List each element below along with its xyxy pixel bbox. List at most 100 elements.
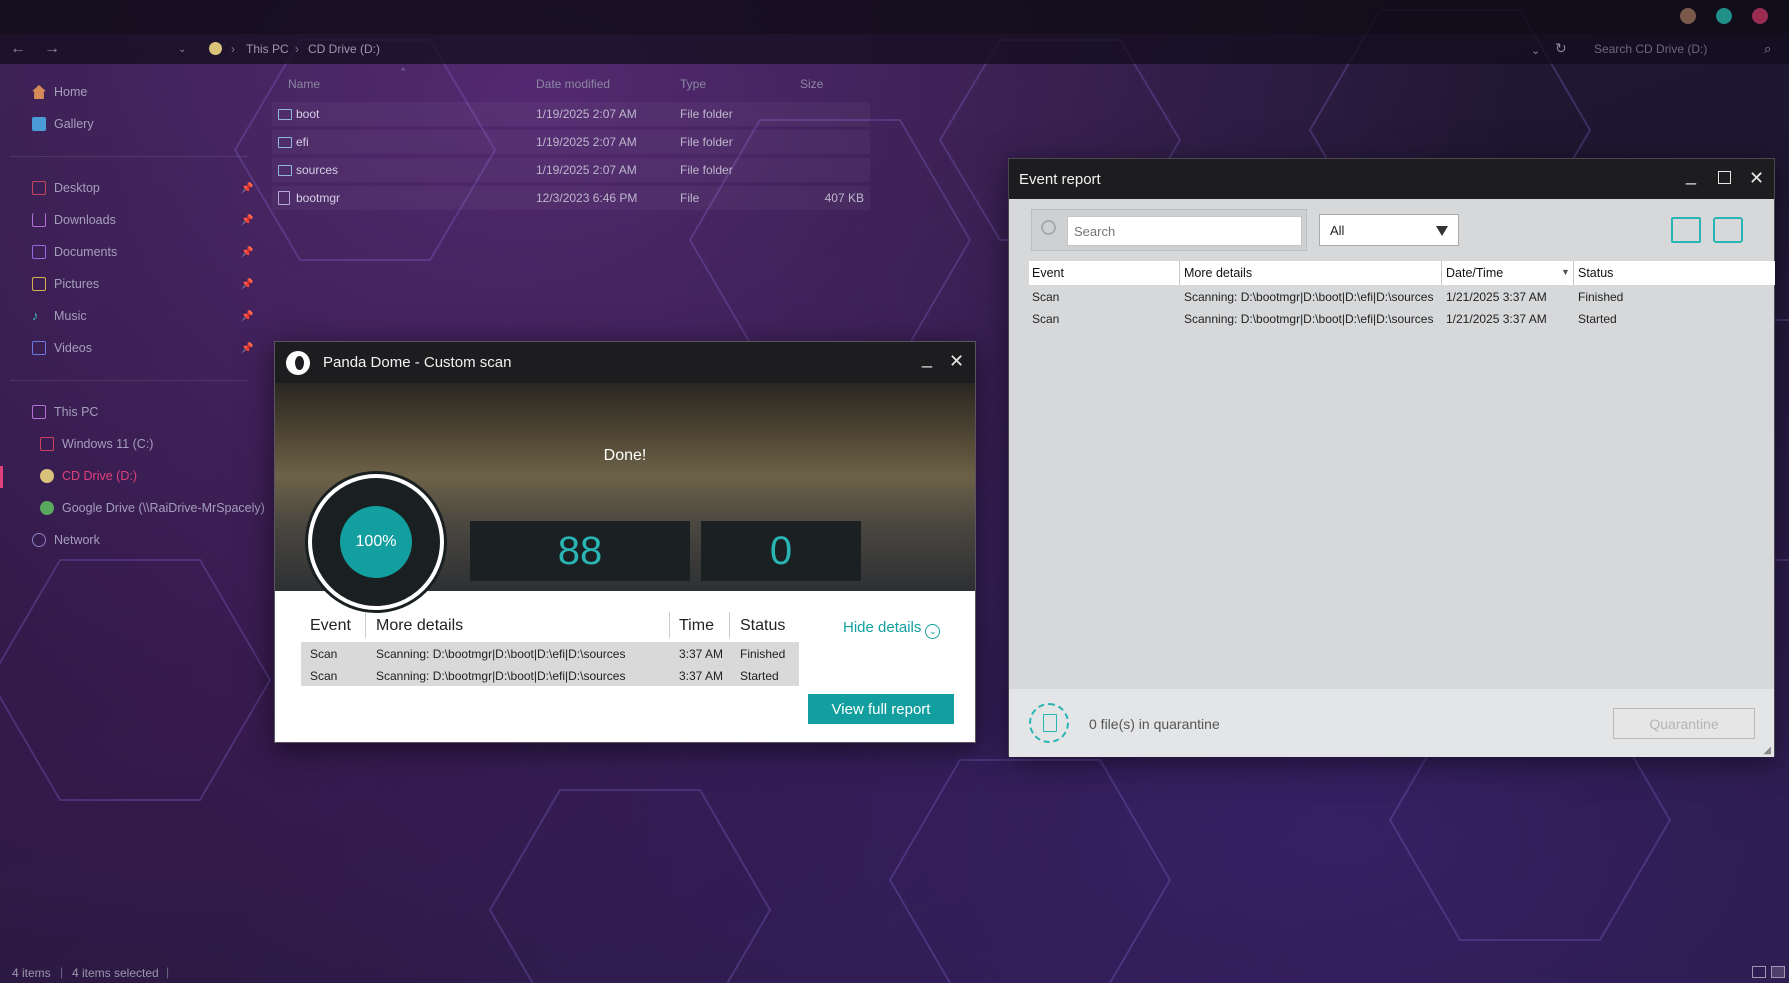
file-date: 12/3/2023 6:46 PM [536, 191, 638, 205]
sidebar-item-documents[interactable]: Documents [32, 242, 117, 262]
column-header-name[interactable]: Name [288, 77, 320, 91]
panda-logo-icon [286, 351, 310, 375]
sidebar-item-this-pc[interactable]: This PC [32, 402, 98, 422]
sidebar-item-label: Gallery [54, 117, 94, 131]
filter-selected-value: All [1330, 223, 1345, 238]
event-report-title-bar: Event report _ ✕ [1009, 159, 1774, 199]
header-details[interactable]: More details [1184, 266, 1252, 280]
sidebar-item-label: Documents [54, 245, 118, 259]
table-row[interactable]: Scan Scanning: D:\bootmgr|D:\boot|D:\efi… [1029, 308, 1775, 330]
videos-icon [32, 341, 46, 355]
close-icon[interactable]: ✕ [1749, 168, 1764, 189]
cd-drive-icon [40, 469, 54, 483]
sidebar-item-desktop[interactable]: Desktop [32, 178, 100, 198]
window-dot-1[interactable] [1680, 8, 1696, 24]
file-name: sources [296, 163, 339, 177]
resize-grip-icon[interactable]: ◢ [1763, 745, 1771, 756]
pin-icon[interactable]: 📌 [241, 247, 253, 258]
sidebar-item-music[interactable]: ♪ Music [32, 306, 87, 326]
sidebar-item-videos[interactable]: Videos [32, 338, 92, 358]
minimize-icon[interactable]: _ [1686, 165, 1696, 186]
sidebar-divider [10, 156, 248, 157]
close-icon[interactable]: ✕ [949, 351, 964, 372]
sidebar-item-pictures[interactable]: Pictures [32, 274, 99, 294]
quarantine-footer: 0 file(s) in quarantine Quarantine ◢ [1009, 689, 1774, 757]
address-dropdown-chevron-icon[interactable]: ⌄ [1531, 44, 1540, 57]
table-row[interactable]: Scan Scanning: D:\bootmgr|D:\boot|D:\efi… [1029, 286, 1775, 308]
computer-icon [32, 405, 46, 419]
sidebar-item-home[interactable]: Home [32, 82, 87, 102]
file-row[interactable]: boot 1/19/2025 2:07 AM File folder [272, 102, 870, 126]
status-separator: | [60, 965, 64, 979]
hide-details-link[interactable]: Hide details ⌄ [843, 619, 941, 639]
sidebar-item-windows-c[interactable]: Windows 11 (C:) [40, 434, 153, 454]
pin-icon[interactable]: 📌 [241, 279, 253, 290]
file-row[interactable]: sources 1/19/2025 2:07 AM File folder [272, 158, 870, 182]
pin-icon[interactable]: 📌 [241, 343, 253, 354]
column-header-date[interactable]: Date modified [536, 77, 610, 91]
column-header-type[interactable]: Type [680, 77, 706, 91]
header-datetime[interactable]: Date/Time [1446, 266, 1503, 280]
view-full-report-button[interactable]: View full report [808, 694, 954, 724]
column-header-size[interactable]: Size [800, 77, 823, 91]
status-cell: Finished [1578, 290, 1624, 304]
file-name: boot [296, 107, 320, 121]
breadcrumb-cd-drive[interactable]: CD Drive (D:) [308, 42, 380, 56]
header-event[interactable]: Event [1032, 266, 1064, 280]
refresh-icon[interactable]: ↻ [1555, 40, 1567, 57]
file-name: bootmgr [296, 191, 341, 205]
details-view-icon[interactable] [1752, 966, 1766, 978]
quarantine-button[interactable]: Quarantine [1613, 708, 1755, 739]
tiles-view-icon[interactable] [1771, 966, 1785, 978]
recent-locations-chevron-icon[interactable]: ⌄ [178, 44, 186, 55]
file-type: File folder [680, 163, 733, 177]
table-row[interactable]: Scan Scanning: D:\bootmgr|D:\boot|D:\efi… [301, 664, 799, 686]
search-icon[interactable]: ⌕ [1764, 41, 1771, 57]
network-icon [32, 533, 46, 547]
back-arrow-icon[interactable]: ← [10, 40, 26, 58]
sidebar-item-network[interactable]: Network [32, 530, 100, 550]
minimize-icon[interactable]: _ [922, 348, 932, 369]
file-row[interactable]: efi 1/19/2025 2:07 AM File folder [272, 130, 870, 154]
file-row[interactable]: bootmgr 12/3/2023 6:46 PM File 407 KB [272, 186, 870, 210]
pin-icon[interactable]: 📌 [241, 311, 253, 322]
breadcrumb-this-pc[interactable]: This PC [246, 42, 289, 56]
explorer-search-input[interactable]: Search CD Drive (D:) [1594, 42, 1707, 56]
event-filter-select[interactable]: All [1319, 214, 1459, 246]
event-report-title: Event report [1019, 171, 1101, 188]
hide-details-label: Hide details [843, 619, 922, 636]
search-icon [1041, 220, 1056, 235]
sort-down-icon[interactable]: ▼ [1561, 267, 1570, 277]
pin-icon[interactable]: 📌 [241, 215, 253, 226]
sidebar-item-downloads[interactable]: Downloads [32, 210, 116, 230]
scanned-count: 88 [470, 521, 690, 581]
sidebar-item-label: Pictures [54, 277, 100, 291]
sidebar-item-cd-drive[interactable]: CD Drive (D:) [40, 466, 137, 486]
print-icon[interactable] [1713, 217, 1743, 243]
details-cell: Scanning: D:\bootmgr|D:\boot|D:\efi|D:\s… [1184, 312, 1434, 326]
window-dot-3[interactable] [1752, 8, 1768, 24]
cd-drive-icon [209, 42, 222, 55]
header-status[interactable]: Status [1578, 266, 1613, 280]
forward-arrow-icon[interactable]: → [44, 40, 60, 58]
breadcrumb-separator: › [231, 42, 235, 56]
maximize-icon[interactable] [1718, 171, 1731, 184]
time-cell: 3:37 AM [679, 647, 724, 661]
file-name: efi [296, 135, 309, 149]
export-folder-icon[interactable] [1671, 217, 1701, 243]
panda-title-bar: Panda Dome - Custom scan _ ✕ [275, 342, 975, 383]
event-search-input[interactable] [1067, 216, 1302, 246]
event-cell: Scan [1032, 312, 1060, 326]
selection-indicator [0, 466, 3, 488]
folder-icon [278, 108, 292, 120]
sidebar-item-google-drive[interactable]: Google Drive (\\RaiDrive-MrSpacely) [40, 498, 265, 518]
sidebar-item-label: Windows 11 (C:) [62, 437, 154, 451]
file-type: File folder [680, 107, 733, 121]
table-row[interactable]: Scan Scanning: D:\bootmgr|D:\boot|D:\efi… [301, 642, 799, 664]
pin-icon[interactable]: 📌 [241, 183, 253, 194]
time-cell: 3:37 AM [679, 669, 724, 683]
sidebar-item-gallery[interactable]: Gallery [32, 114, 94, 134]
window-dot-2[interactable] [1716, 8, 1732, 24]
gallery-icon [32, 117, 46, 131]
column-divider [1179, 261, 1180, 285]
